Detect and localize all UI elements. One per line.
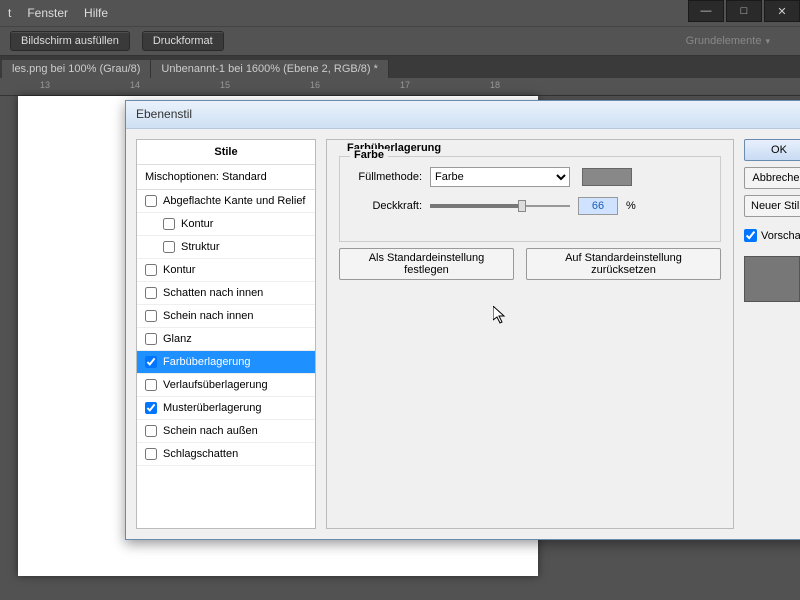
make-default-button[interactable]: Als Standardeinstellung festlegen bbox=[339, 248, 514, 280]
window-controls: — □ ✕ bbox=[686, 0, 800, 22]
style-item-coloroverlay[interactable]: Farbüberlagerung bbox=[137, 351, 315, 374]
style-item-gradientoverlay[interactable]: Verlaufsüberlagerung bbox=[137, 374, 315, 397]
preview-swatch bbox=[744, 256, 800, 302]
coloroverlay-checkbox[interactable] bbox=[145, 356, 157, 368]
menu-bar: t Fenster Hilfe bbox=[0, 0, 800, 26]
styles-header[interactable]: Stile bbox=[137, 140, 315, 165]
color-swatch[interactable] bbox=[582, 168, 632, 186]
patternoverlay-checkbox[interactable] bbox=[145, 402, 157, 414]
horizontal-ruler: 13 14 15 16 17 18 bbox=[0, 78, 800, 96]
style-item-satin[interactable]: Glanz bbox=[137, 328, 315, 351]
innershadow-label: Schatten nach innen bbox=[163, 287, 263, 299]
gradientoverlay-label: Verlaufsüberlagerung bbox=[163, 379, 268, 391]
innerglow-label: Schein nach innen bbox=[163, 310, 254, 322]
blending-options-item[interactable]: Mischoptionen: Standard bbox=[137, 165, 315, 190]
reset-default-button[interactable]: Auf Standardeinstellung zurücksetzen bbox=[526, 248, 721, 280]
preview-check-row[interactable]: Vorschau bbox=[744, 229, 800, 242]
texture-checkbox[interactable] bbox=[163, 241, 175, 253]
layer-style-dialog: Ebenenstil Stile Mischoptionen: Standard… bbox=[125, 100, 800, 540]
preview-checkbox[interactable] bbox=[744, 229, 757, 242]
stroke-label: Kontur bbox=[163, 264, 195, 276]
gradientoverlay-checkbox[interactable] bbox=[145, 379, 157, 391]
innershadow-checkbox[interactable] bbox=[145, 287, 157, 299]
opacity-unit: % bbox=[626, 200, 636, 212]
preview-label: Vorschau bbox=[761, 230, 800, 242]
ok-button[interactable]: OK bbox=[744, 139, 800, 161]
dropshadow-checkbox[interactable] bbox=[145, 448, 157, 460]
style-item-stroke[interactable]: Kontur bbox=[137, 259, 315, 282]
contour-label: Kontur bbox=[181, 218, 213, 230]
outerglow-checkbox[interactable] bbox=[145, 425, 157, 437]
opacity-slider[interactable] bbox=[430, 198, 570, 214]
maximize-button[interactable]: □ bbox=[726, 0, 762, 22]
minimize-button[interactable]: — bbox=[688, 0, 724, 22]
style-item-contour[interactable]: Kontur bbox=[137, 213, 315, 236]
options-bar: Bildschirm ausfüllen Druckformat Grundel… bbox=[0, 26, 800, 56]
coloroverlay-label: Farbüberlagerung bbox=[163, 356, 250, 368]
style-item-texture[interactable]: Struktur bbox=[137, 236, 315, 259]
bevel-label: Abgeflachte Kante und Relief bbox=[163, 195, 306, 207]
print-size-button[interactable]: Druckformat bbox=[142, 31, 224, 51]
stroke-checkbox[interactable] bbox=[145, 264, 157, 276]
new-style-button[interactable]: Neuer Stil... bbox=[744, 195, 800, 217]
dialog-title: Ebenenstil bbox=[126, 101, 800, 129]
styles-list: Stile Mischoptionen: Standard Abgeflacht… bbox=[136, 139, 316, 529]
innerglow-checkbox[interactable] bbox=[145, 310, 157, 322]
settings-panel: Farbüberlagerung Farbe Füllmethode: Farb… bbox=[326, 139, 734, 529]
workspace-switcher[interactable]: Grundelemente bbox=[686, 35, 790, 47]
document-tabs: les.png bei 100% (Grau/8) Unbenannt-1 be… bbox=[0, 56, 800, 78]
bevel-checkbox[interactable] bbox=[145, 195, 157, 207]
menu-window[interactable]: Fenster bbox=[27, 6, 68, 20]
style-item-innerglow[interactable]: Schein nach innen bbox=[137, 305, 315, 328]
style-item-patternoverlay[interactable]: Musterüberlagerung bbox=[137, 397, 315, 420]
style-item-bevel[interactable]: Abgeflachte Kante und Relief bbox=[137, 190, 315, 213]
contour-checkbox[interactable] bbox=[163, 218, 175, 230]
outerglow-label: Schein nach außen bbox=[163, 425, 258, 437]
document-tab-1[interactable]: les.png bei 100% (Grau/8) bbox=[2, 60, 151, 78]
style-item-outerglow[interactable]: Schein nach außen bbox=[137, 420, 315, 443]
dropshadow-label: Schlagschatten bbox=[163, 448, 238, 460]
blendmode-select[interactable]: Farbe bbox=[430, 167, 570, 187]
menu-truncated[interactable]: t bbox=[8, 6, 11, 20]
opacity-label: Deckkraft: bbox=[352, 200, 422, 212]
opacity-input[interactable]: 66 bbox=[578, 197, 618, 215]
satin-checkbox[interactable] bbox=[145, 333, 157, 345]
close-button[interactable]: ✕ bbox=[764, 0, 800, 22]
satin-label: Glanz bbox=[163, 333, 192, 345]
document-tab-2[interactable]: Unbenannt-1 bei 1600% (Ebene 2, RGB/8) * bbox=[151, 60, 388, 78]
patternoverlay-label: Musterüberlagerung bbox=[163, 402, 261, 414]
menu-help[interactable]: Hilfe bbox=[84, 6, 108, 20]
color-group-label: Farbe bbox=[350, 149, 388, 161]
style-item-dropshadow[interactable]: Schlagschatten bbox=[137, 443, 315, 466]
style-item-innershadow[interactable]: Schatten nach innen bbox=[137, 282, 315, 305]
cancel-button[interactable]: Abbrechen bbox=[744, 167, 800, 189]
texture-label: Struktur bbox=[181, 241, 220, 253]
fit-screen-button[interactable]: Bildschirm ausfüllen bbox=[10, 31, 130, 51]
dialog-right-column: OK Abbrechen Neuer Stil... Vorschau bbox=[744, 139, 800, 529]
blendmode-label: Füllmethode: bbox=[352, 171, 422, 183]
